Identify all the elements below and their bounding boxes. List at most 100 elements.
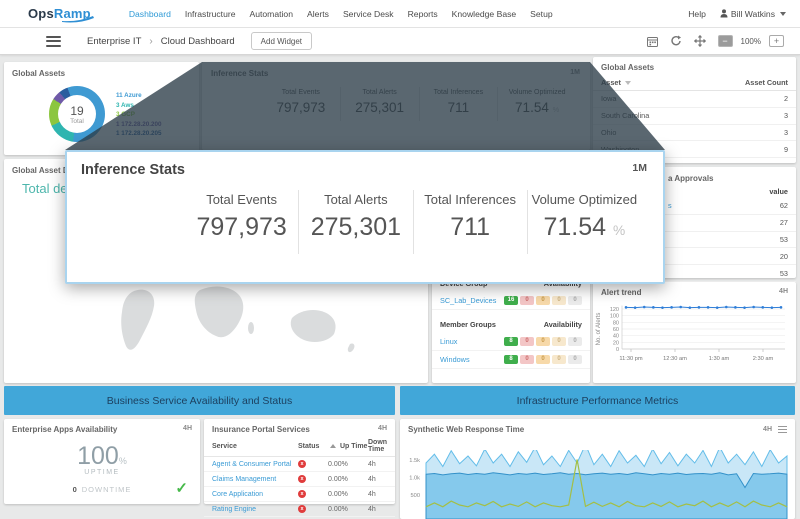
donut-total: 19 [70,104,83,118]
sort-icon [330,444,336,448]
breadcrumb: Enterprise IT › Cloud Dashboard [87,36,235,47]
world-map [4,284,428,379]
svg-text:120: 120 [610,307,619,313]
status-down-icon: x [298,505,306,513]
service-row: Rating Engine x 0.00%4h [204,502,395,517]
status-badge: 0 [568,355,582,364]
synthetic-response-chart: 1.5k1.0k500 [404,450,791,519]
widget-title: Alert trend [601,288,641,297]
service-row: Agent & Consumer Portal x 0.00%4h [204,457,395,472]
synthetic-web-response-widget: Synthetic Web Response Time 4H 1.5k1.0k5… [400,419,795,519]
service-row: Claims Management x 0.00%4h [204,472,395,487]
section-infrastructure-performance[interactable]: Infrastructure Performance Metrics [400,386,795,415]
legend-item[interactable]: 1 172.28.20.200 [116,121,162,128]
stat-total-events: Total Events797,973 [262,87,340,121]
service-link[interactable]: Claims Management [212,476,298,483]
table-row[interactable]: Ohio3 [593,125,796,142]
column-service[interactable]: Service [212,443,298,450]
table-row[interactable]: South Carolina3 [593,108,796,125]
legend-item[interactable]: 3 Aws [116,102,162,109]
nav-automation[interactable]: Automation [250,9,293,19]
move-icon[interactable] [694,35,706,47]
breadcrumb-separator: › [149,36,152,47]
table-row[interactable]: Iowa2 [593,91,796,108]
legend-item[interactable]: 1 172.28.20.205 [116,130,162,137]
nav-reports[interactable]: Reports [408,9,438,19]
availability-badges: 8 0 0 0 0 [504,337,582,346]
range-selector[interactable]: 4H [763,426,772,433]
svg-text:40: 40 [613,334,619,340]
widget-menu-icon[interactable] [778,426,787,434]
callout-title: Inference Stats [81,162,185,178]
zoom-in-button[interactable]: + [769,35,784,47]
check-icon: ✓ [175,479,188,497]
stat-total-inferences: Total Inferences711 [419,87,498,121]
svg-text:1.0k: 1.0k [409,476,420,482]
svg-text:60: 60 [613,327,619,333]
column-asset[interactable]: Asset [601,78,633,87]
calendar-icon[interactable] [647,36,658,47]
status-badge: 16 [504,296,518,305]
nav-dashboard[interactable]: Dashboard [129,9,171,19]
zoom-out-button[interactable]: − [718,35,733,47]
logo-swoosh-icon [61,15,95,23]
nav-setup[interactable]: Setup [530,9,552,19]
column-status[interactable]: Status [298,443,328,450]
alert-trend-chart: 02040608010012011:30 pm12:30 am1:30 am2:… [593,297,790,379]
svg-text:1.5k: 1.5k [409,458,420,464]
range-selector[interactable]: 1M [570,69,580,78]
status-badge: 8 [504,355,518,364]
service-link[interactable]: Agent & Consumer Portal [212,461,298,468]
svg-text:No. of Alerts: No. of Alerts [596,313,602,346]
nav-service-desk[interactable]: Service Desk [343,9,394,19]
svg-text:12:30 am: 12:30 am [663,356,687,362]
column-asset-count[interactable]: Asset Count [745,78,788,87]
chevron-down-icon [780,12,786,16]
service-link[interactable]: Core Application [212,491,298,498]
member-groups-header: Member Groups [440,320,496,329]
member-group-row: Windows 8 0 0 0 0 [432,351,590,369]
device-group-link[interactable]: SC_Lab_Devices [440,296,496,305]
svg-text:1:30 am: 1:30 am [709,356,730,362]
availability-header: Availability [544,320,582,329]
service-link[interactable]: Rating Engine [212,506,298,513]
breadcrumb-root[interactable]: Enterprise IT [87,36,141,47]
widget-title: Enterprise Apps Availability [12,425,117,434]
add-widget-button[interactable]: Add Widget [251,32,312,50]
availability-badges: 8 0 0 0 0 [504,355,582,364]
range-selector[interactable]: 4H [779,288,788,297]
main-nav: Dashboard Infrastructure Automation Aler… [129,9,553,19]
section-business-service-availability[interactable]: Business Service Availability and Status [4,386,395,415]
column-down-time[interactable]: Down Time [368,439,387,453]
widget-title: Global Assets [593,57,796,76]
nav-infrastructure[interactable]: Infrastructure [185,9,236,19]
sort-icon [625,81,631,85]
global-assets-donut-chart: 19 Total [49,86,105,142]
range-selector[interactable]: 4H [183,425,192,434]
status-badge: 0 [568,296,582,305]
member-group-link[interactable]: Windows [440,355,470,364]
legend-item[interactable]: 11 Azure [116,92,162,99]
range-selector[interactable]: 1M [632,162,647,178]
logo-ops: Ops [28,6,54,21]
help-link[interactable]: Help [688,9,706,19]
nav-alerts[interactable]: Alerts [307,9,329,19]
stat-total-events: Total Events797,973 [185,190,298,254]
range-selector[interactable]: 4H [378,425,387,434]
refresh-icon[interactable] [670,35,682,47]
user-menu[interactable]: Bill Watkins [720,9,786,19]
widget-title: Global Assets [4,62,199,78]
insurance-portal-services-widget: Insurance Portal Services 4H Service Sta… [204,419,395,504]
column-up-time[interactable]: Up Time [328,443,368,450]
alert-trend-widget: Alert trend 4H 02040608010012011:30 pm12… [593,282,796,383]
opsramp-logo[interactable]: OpsRamp [28,6,91,21]
uptime-label: UPTIME [4,469,200,476]
global-assets-table-widget: Global Assets Asset Asset Count Iowa2 So… [593,57,796,163]
stat-total-alerts: Total Alerts275,301 [340,87,419,121]
member-group-link[interactable]: Linux [440,337,457,346]
legend-item[interactable]: 3 GCP [116,111,162,118]
stat-volume-optimized: Volume Optimized 71.54 % [527,190,641,254]
nav-knowledge-base[interactable]: Knowledge Base [452,9,517,19]
person-icon [720,9,728,18]
menu-icon[interactable] [46,36,61,47]
